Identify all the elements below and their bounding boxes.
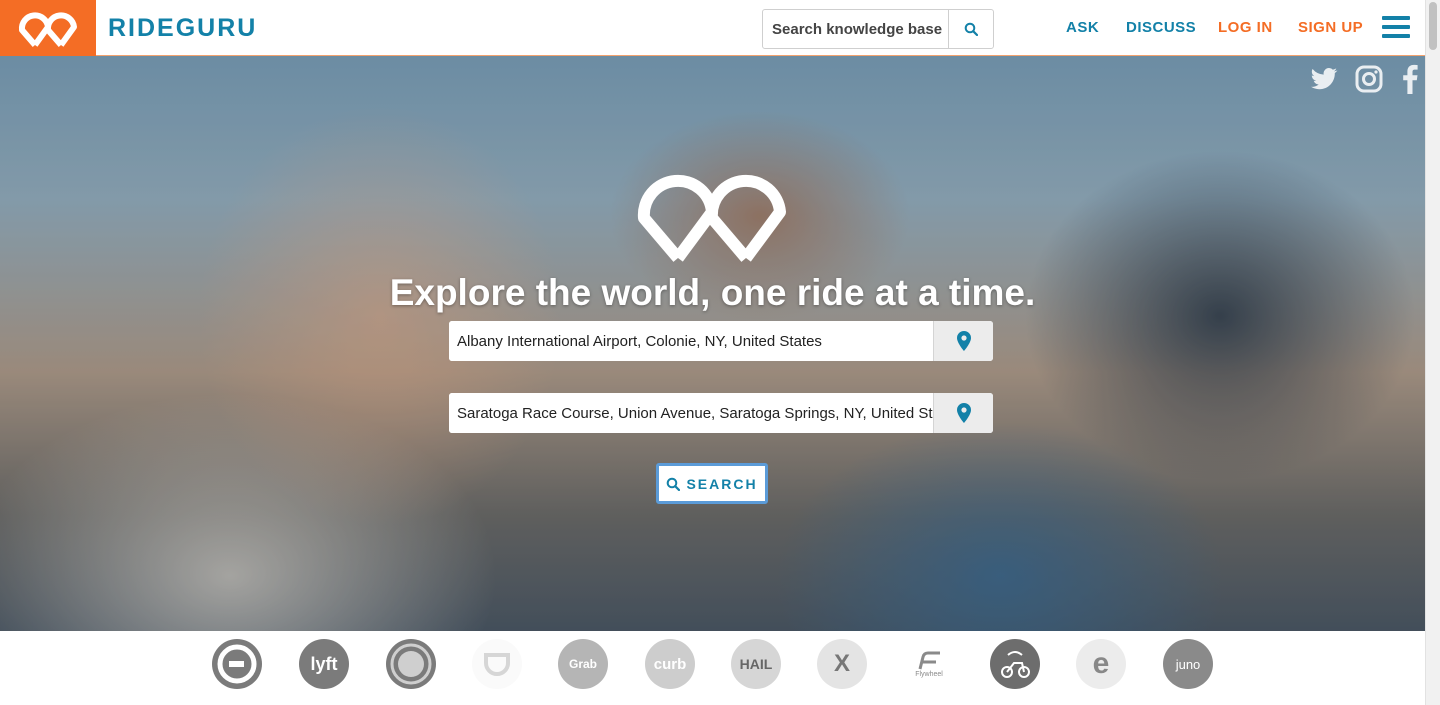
provider-lyft-icon[interactable]: lyft [299,639,349,689]
hero-logo-icon [637,174,786,262]
ride-providers-strip: lyft Grab curb HAIL X Flywheel e juno [0,631,1425,705]
rideguru-logo[interactable] [0,0,96,56]
provider-flywheel-label: Flywheel [915,670,943,678]
knowledge-base-search [762,9,994,49]
provider-juno-label: juno [1175,656,1201,672]
dropoff-locate-button[interactable] [933,393,993,433]
page-scrollbar[interactable] [1425,0,1440,705]
provider-e-icon[interactable]: e [1076,639,1126,689]
pickup-location-input[interactable] [449,321,933,361]
provider-curb-label: curb [653,655,687,673]
search-icon [964,22,978,36]
menu-icon[interactable] [1382,16,1410,40]
scrollbar-thumb[interactable] [1429,2,1437,50]
hero-tagline: Explore the world, one ride at a time. [389,272,1036,313]
nav-ask[interactable]: ASK [1066,19,1099,36]
kb-search-button[interactable] [948,10,993,48]
map-pin-icon [956,403,971,423]
nav-signup[interactable]: SIGN UP [1298,19,1363,36]
nav-discuss[interactable]: DISCUSS [1126,19,1196,36]
instagram-icon[interactable] [1354,64,1384,94]
provider-curb-icon[interactable]: curb [645,639,695,689]
provider-didi-icon[interactable] [472,639,522,689]
facebook-icon[interactable] [1395,64,1425,94]
provider-grab-icon[interactable]: Grab [558,639,608,689]
search-button-label: SEARCH [686,475,758,492]
pickup-locate-button[interactable] [933,321,993,361]
hero-section: Explore the world, one ride at a time. S… [0,56,1425,631]
search-icon [667,477,681,491]
provider-x-icon[interactable]: X [817,639,867,689]
map-pin-icon [956,331,971,351]
provider-e-label: e [1092,647,1110,680]
search-button[interactable]: SEARCH [656,463,768,504]
provider-uber-icon[interactable] [212,639,262,689]
provider-hail-label: HAIL [739,656,773,672]
provider-lyft-label: lyft [310,653,338,674]
brand-name[interactable]: RIDEGURU [108,14,257,43]
site-header: RIDEGURU ASK DISCUSS LOG IN SIGN UP [0,0,1425,56]
provider-x-label: X [833,650,850,677]
provider-circle-icon[interactable] [386,639,436,689]
dropoff-location-input[interactable] [449,393,933,433]
provider-flywheel-icon[interactable]: Flywheel [904,639,954,689]
provider-moto-icon[interactable] [990,639,1040,689]
pickup-location-field [449,321,993,361]
dropoff-location-field [449,393,993,433]
provider-grab-label: Grab [568,657,597,671]
kb-search-input[interactable] [763,10,948,48]
provider-juno-icon[interactable]: juno [1163,639,1213,689]
nav-login[interactable]: LOG IN [1218,19,1273,36]
rideguru-logo-icon [18,12,77,47]
twitter-icon[interactable] [1309,64,1339,94]
provider-hail-icon[interactable]: HAIL [731,639,781,689]
